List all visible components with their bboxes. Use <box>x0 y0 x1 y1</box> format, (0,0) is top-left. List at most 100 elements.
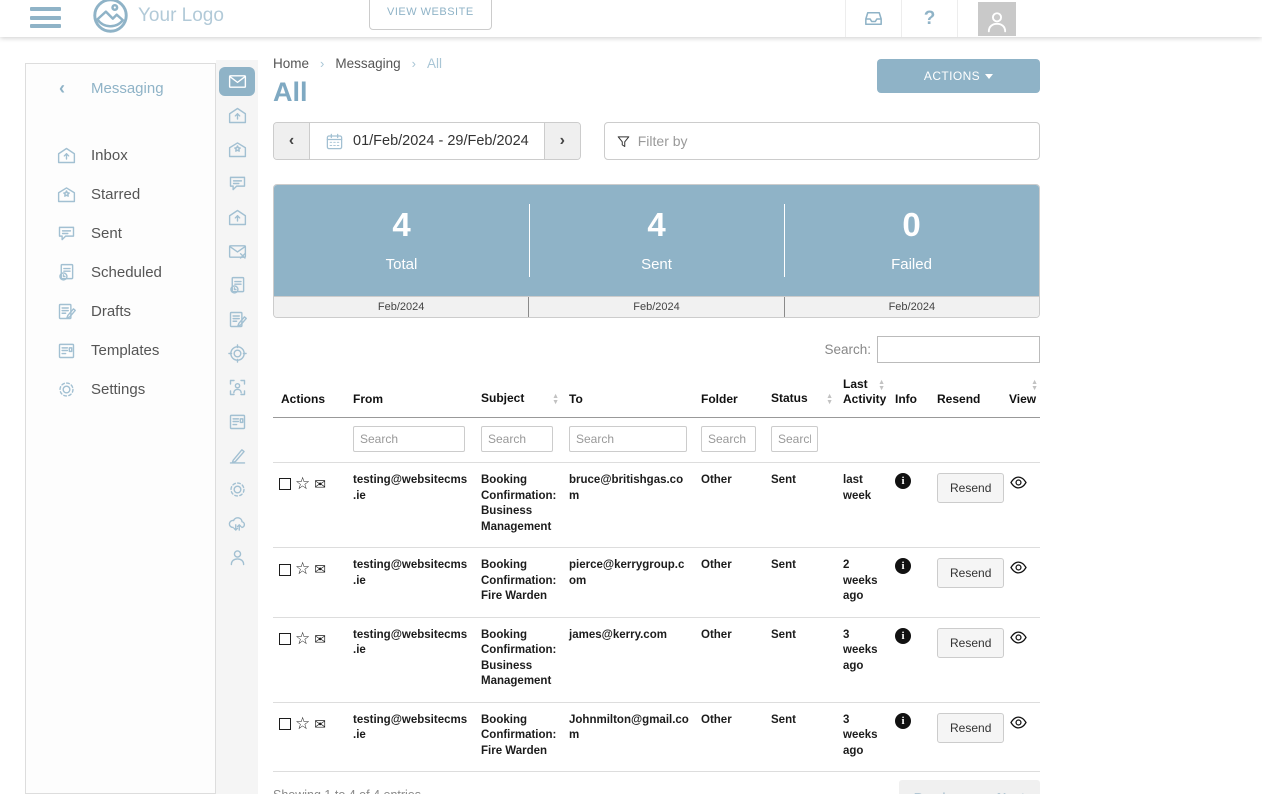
to-column-search[interactable] <box>569 426 687 452</box>
date-range-text: 01/Feb/2024 - 29/Feb/2024 <box>353 133 529 149</box>
filter-input[interactable] <box>638 133 1028 149</box>
col-header-last-activity[interactable]: Last Activity <box>835 371 887 418</box>
view-website-button[interactable]: VIEW WEBSITE <box>369 0 492 30</box>
scheduled-doc-clock-icon <box>56 262 77 283</box>
breadcrumb-home[interactable]: Home <box>273 56 309 71</box>
row-checkbox[interactable] <box>279 718 291 730</box>
sidebar-item-settings[interactable]: Settings <box>26 370 215 409</box>
row-from: testing@websitecms.ie <box>353 559 467 587</box>
col-header-subject[interactable]: Subject <box>473 371 561 418</box>
row-from: testing@websitecms.ie <box>353 629 467 657</box>
date-range-group: 01/Feb/2024 - 29/Feb/2024 <box>273 122 581 160</box>
date-range-picker[interactable]: 01/Feb/2024 - 29/Feb/2024 <box>310 123 544 159</box>
view-eye-icon[interactable] <box>1009 473 1028 492</box>
view-eye-icon[interactable] <box>1009 628 1028 647</box>
sort-arrows-icon[interactable] <box>826 394 833 406</box>
sort-arrows-icon[interactable] <box>552 394 559 406</box>
folder-column-search[interactable] <box>701 426 756 452</box>
info-icon[interactable] <box>895 628 911 644</box>
col-header-status[interactable]: Status <box>763 371 835 418</box>
newsletters-icon[interactable] <box>219 407 255 436</box>
sidebar-item-templates[interactable]: Templates <box>26 331 215 370</box>
sidebar-item-starred[interactable]: Starred <box>26 175 215 214</box>
envelope-icon[interactable] <box>314 716 326 732</box>
outbox-icon[interactable] <box>219 203 255 232</box>
next-page-button[interactable]: Next <box>997 790 1025 794</box>
envelope-icon[interactable] <box>314 561 326 577</box>
row-to: bruce@britishgas.com <box>569 474 683 502</box>
row-subject: Booking Confirmation: Fire Warden <box>481 714 556 757</box>
drafts-icon[interactable] <box>219 305 255 334</box>
row-folder: Other <box>701 474 732 486</box>
stat-total-label: Total <box>386 256 418 273</box>
sidebar-item-label: Templates <box>91 342 159 359</box>
row-checkbox[interactable] <box>279 633 291 645</box>
info-icon[interactable] <box>895 473 911 489</box>
breadcrumb-messaging[interactable]: Messaging <box>309 56 401 71</box>
inbox-tray-button[interactable] <box>845 0 901 37</box>
col-header-folder: Folder <box>693 371 763 418</box>
envelope-icon[interactable] <box>314 476 326 492</box>
user-avatar-button[interactable] <box>957 0 1037 37</box>
status-column-search[interactable] <box>771 426 818 452</box>
contacts-icon[interactable] <box>219 373 255 402</box>
resend-button[interactable]: Resend <box>937 558 1004 588</box>
row-last-activity: 3 weeks ago <box>843 714 878 757</box>
starred-icon[interactable] <box>219 135 255 164</box>
star-icon[interactable] <box>295 714 310 733</box>
sidebar-item-scheduled[interactable]: Scheduled <box>26 253 215 292</box>
inbox-envelope-icon <box>56 145 77 166</box>
star-icon[interactable] <box>295 629 310 648</box>
sidebar-item-inbox[interactable]: Inbox <box>26 136 215 175</box>
drafts-doc-pencil-icon <box>56 301 77 322</box>
sort-arrows-icon[interactable] <box>878 380 885 392</box>
hamburger-menu-icon[interactable] <box>30 7 61 33</box>
resend-button[interactable]: Resend <box>937 713 1004 743</box>
global-search-input[interactable] <box>877 336 1040 363</box>
settings-gear-icon[interactable] <box>219 475 255 504</box>
unsubscribed-icon[interactable] <box>219 237 255 266</box>
stat-failed-label: Failed <box>891 256 932 273</box>
inbox-icon[interactable] <box>219 101 255 130</box>
app-logo[interactable]: Your Logo <box>92 0 224 34</box>
help-button[interactable]: ? <box>901 0 957 37</box>
col-header-view[interactable]: View <box>1001 371 1040 418</box>
messages-all-icon[interactable] <box>219 67 255 96</box>
row-checkbox[interactable] <box>279 478 291 490</box>
sidebar-item-label: Inbox <box>91 147 128 164</box>
funnel-filter-icon <box>616 134 631 149</box>
envelope-icon[interactable] <box>314 631 326 647</box>
resend-button[interactable]: Resend <box>937 628 1004 658</box>
sort-arrows-icon[interactable] <box>1031 380 1038 392</box>
view-eye-icon[interactable] <box>1009 713 1028 732</box>
question-mark-icon: ? <box>924 8 936 30</box>
star-icon[interactable] <box>295 474 310 493</box>
date-prev-button[interactable] <box>274 123 310 159</box>
sidebar-back-header[interactable]: Messaging <box>25 63 216 114</box>
signatures-icon[interactable] <box>219 441 255 470</box>
profile-icon[interactable] <box>219 543 255 572</box>
sent-icon[interactable] <box>219 169 255 198</box>
resend-button[interactable]: Resend <box>937 473 1004 503</box>
row-checkbox[interactable] <box>279 564 291 576</box>
scheduled-icon[interactable] <box>219 271 255 300</box>
sidebar-item-drafts[interactable]: Drafts <box>26 292 215 331</box>
table-body: testing@websitecms.ie Booking Confirmati… <box>273 463 1040 772</box>
actions-dropdown-button[interactable]: ACTIONS <box>877 59 1040 93</box>
previous-page-button[interactable]: Previous <box>914 790 969 794</box>
col-header-actions: Actions <box>273 371 345 418</box>
info-icon[interactable] <box>895 558 911 574</box>
date-next-button[interactable] <box>544 123 580 159</box>
stat-sent-period: Feb/2024 <box>528 297 783 317</box>
from-column-search[interactable] <box>353 426 465 452</box>
view-eye-icon[interactable] <box>1009 558 1028 577</box>
subject-column-search[interactable] <box>481 426 553 452</box>
info-icon[interactable] <box>895 713 911 729</box>
campaigns-icon[interactable] <box>219 339 255 368</box>
star-icon[interactable] <box>295 559 310 578</box>
stat-failed-value: 0 <box>902 208 920 241</box>
logo-image-icon <box>92 0 129 34</box>
sidebar-item-sent[interactable]: Sent <box>26 214 215 253</box>
row-subject: Booking Confirmation: Business Managemen… <box>481 474 556 533</box>
sync-cloud-icon[interactable] <box>219 509 255 538</box>
